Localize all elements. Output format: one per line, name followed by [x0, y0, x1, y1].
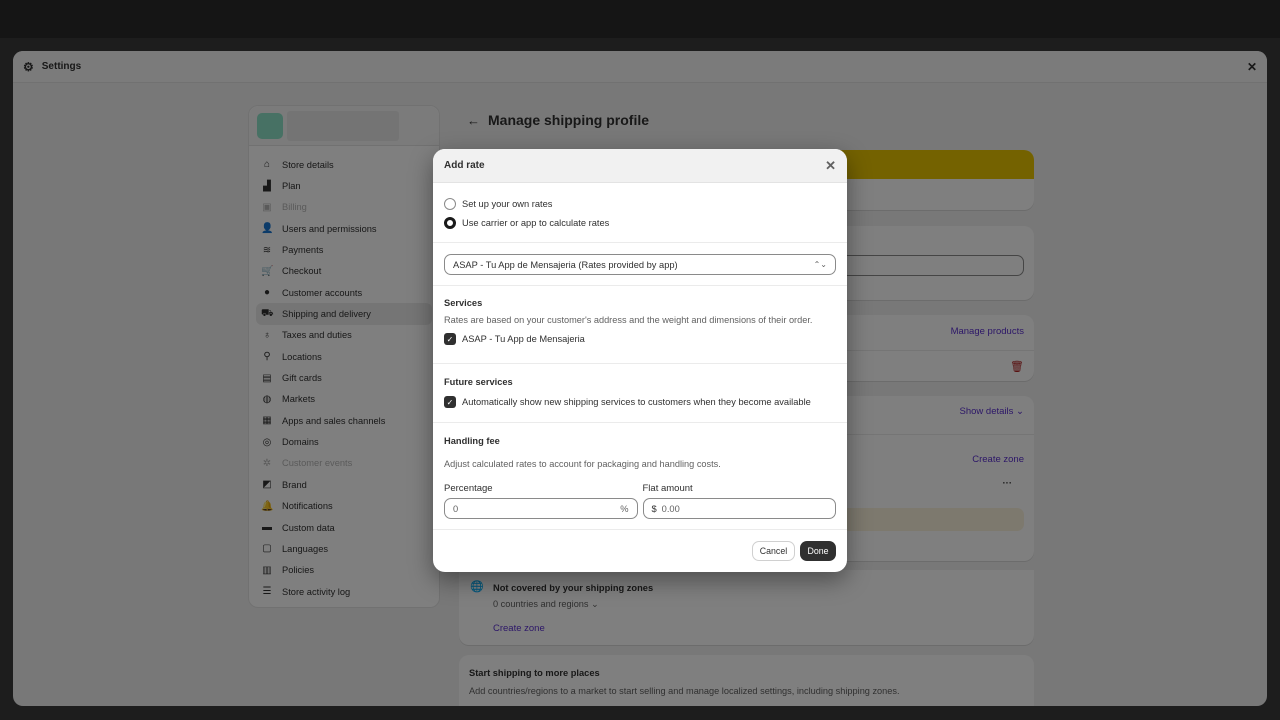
flat-amount-value: 0.00 — [661, 503, 680, 514]
services-title: Services — [444, 298, 483, 308]
future-label: Automatically show new shipping services… — [462, 397, 811, 407]
service-label: ASAP - Tu App de Mensajeria — [462, 334, 585, 344]
future-services-title: Future services — [444, 377, 513, 387]
radio-carrier-rates[interactable]: Use carrier or app to calculate rates — [444, 213, 836, 232]
percentage-value: 0 — [453, 503, 459, 514]
percentage-label: Percentage — [444, 483, 493, 494]
flat-amount-label: Flat amount — [642, 483, 693, 494]
handling-fee-desc: Adjust calculated rates to account for p… — [444, 459, 721, 469]
add-rate-modal: Add rate ✕ Set up your own rates Use carr… — [433, 149, 847, 572]
service-checkbox-row[interactable]: ✓ ASAP - Tu App de Mensajeria — [444, 333, 836, 345]
modal-title: Add rate — [444, 160, 485, 171]
select-arrows-icon: ⌃⌄ — [813, 260, 827, 269]
future-checkbox-row[interactable]: ✓ Automatically show new shipping service… — [444, 396, 836, 408]
carrier-select-value: ASAP - Tu App de Mensajeria (Rates provi… — [453, 259, 678, 270]
radio-button[interactable] — [444, 197, 456, 210]
close-icon[interactable]: ✕ — [825, 158, 836, 174]
checkbox-checked[interactable]: ✓ — [444, 333, 456, 345]
radio-label: Use carrier or app to calculate rates — [462, 217, 610, 228]
cancel-button[interactable]: Cancel — [752, 541, 795, 561]
done-button[interactable]: Done — [800, 541, 836, 561]
radio-button-selected[interactable] — [444, 216, 456, 229]
currency-prefix: $ — [651, 503, 657, 514]
radio-own-rates[interactable]: Set up your own rates — [444, 194, 836, 213]
services-desc: Rates are based on your customer's addre… — [444, 315, 813, 325]
flat-amount-input[interactable]: $0.00 — [642, 498, 836, 519]
carrier-select[interactable]: ASAP - Tu App de Mensajeria (Rates provi… — [444, 254, 836, 275]
percent-suffix: % — [620, 503, 629, 514]
radio-label: Set up your own rates — [462, 198, 553, 209]
percentage-input[interactable]: 0% — [444, 498, 638, 519]
checkbox-checked[interactable]: ✓ — [444, 396, 456, 408]
handling-fee-title: Handling fee — [444, 436, 500, 446]
